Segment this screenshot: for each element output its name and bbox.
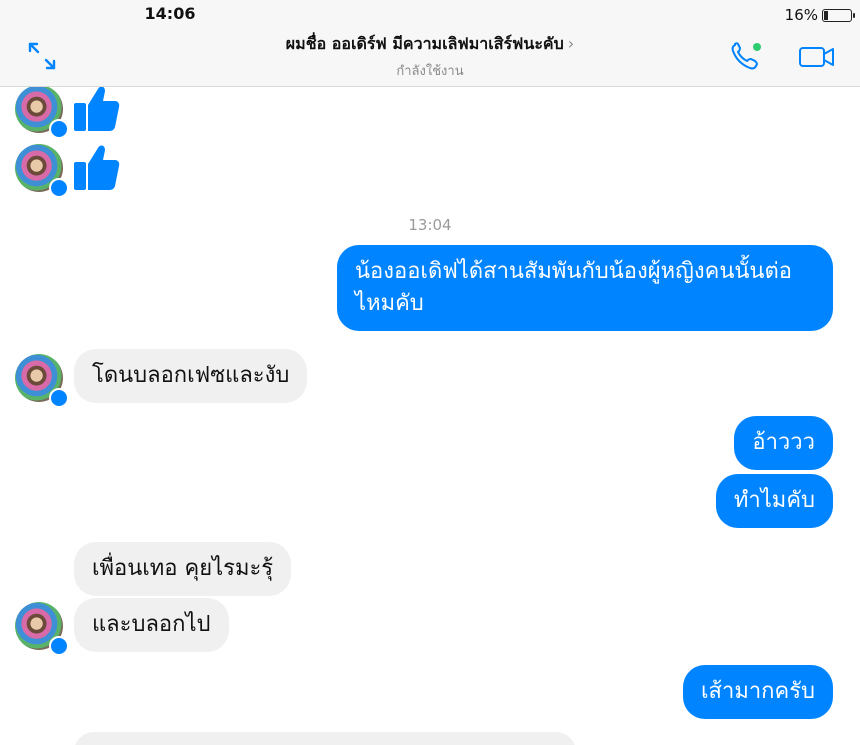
battery-indicator: 16% xyxy=(784,6,855,24)
incoming-message[interactable]: เพื่อนเทอ คุยไรมะรุ้ xyxy=(74,542,292,596)
messenger-badge-icon xyxy=(49,388,69,408)
thumbs-up-sticker-icon xyxy=(74,87,120,131)
avatar[interactable] xyxy=(15,602,69,656)
incoming-message[interactable]: โดนบลอกเฟซและงับ xyxy=(74,349,308,403)
message-list[interactable]: 13:04 น้องออเดิฟได้สานสัมพันกับน้องผู้หญ… xyxy=(0,87,860,745)
thumbs-up-sticker-icon xyxy=(74,145,120,190)
status-time: 14:06 xyxy=(144,4,196,23)
outgoing-message[interactable]: น้องออเดิฟได้สานสัมพันกับน้องผู้หญิงคนนั… xyxy=(337,245,833,331)
messenger-badge-icon xyxy=(49,178,69,198)
expand-icon[interactable] xyxy=(26,40,58,72)
contact-name: ผมชื่อ ออเดิร์ฟ มีความเลิฟมาเสิร์ฟนะคับ xyxy=(285,34,564,53)
outgoing-message[interactable]: เส้ามากครับ xyxy=(683,665,833,719)
incoming-message[interactable]: และบลอกไป xyxy=(74,598,229,652)
active-status: กำลังใช้งาน xyxy=(396,64,464,79)
status-bar: 14:06 16% xyxy=(0,0,860,28)
chevron-right-icon: › xyxy=(567,34,575,53)
phone-icon[interactable] xyxy=(728,40,766,74)
avatar[interactable] xyxy=(15,354,69,408)
outgoing-message[interactable]: ทำไมคับ xyxy=(715,474,833,528)
incoming-message-partial[interactable] xyxy=(74,732,576,745)
contact-title-button[interactable]: ผมชื่อ ออเดิร์ฟ มีความเลิฟมาเสิร์ฟนะคับ ›… xyxy=(230,32,630,81)
battery-percent: 16% xyxy=(784,6,818,24)
messenger-badge-icon xyxy=(49,119,69,139)
outgoing-message[interactable]: อ้าววว xyxy=(734,416,833,470)
active-dot xyxy=(753,43,761,51)
messenger-badge-icon xyxy=(49,636,69,656)
avatar[interactable] xyxy=(15,144,69,198)
battery-icon xyxy=(822,8,855,22)
video-camera-icon[interactable] xyxy=(798,42,836,72)
conversation-header: ผมชื่อ ออเดิร์ฟ มีความเลิฟมาเสิร์ฟนะคับ ›… xyxy=(0,28,860,87)
avatar[interactable] xyxy=(15,87,69,139)
message-timestamp: 13:04 xyxy=(408,216,452,234)
